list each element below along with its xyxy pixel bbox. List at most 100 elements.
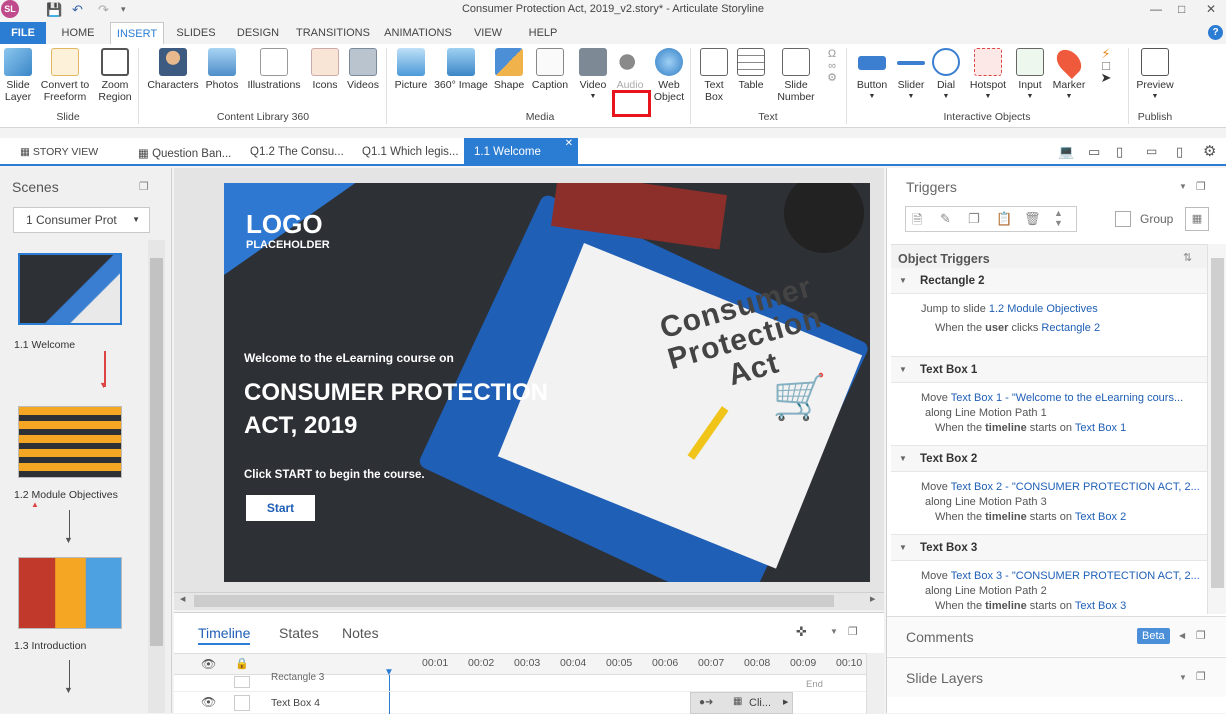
delete-trigger-icon[interactable]: 🗑	[1024, 211, 1041, 227]
slide-layers-header[interactable]: Slide Layers ▼ ❐	[887, 657, 1226, 697]
timeline-scrollbar[interactable]	[866, 653, 884, 714]
collapse-all-icon[interactable]: ⇅	[1183, 251, 1192, 264]
hotspot-button[interactable]: Hotspot ▼	[964, 48, 1012, 103]
audio-dropdown-highlight[interactable]	[612, 90, 651, 117]
timeline-clip-bar[interactable]: ●➜ ▦ Cli... ▶	[690, 692, 793, 714]
stage-h-scrollbar[interactable]: ◀ ▶	[174, 592, 884, 609]
tab-timeline[interactable]: Timeline	[198, 625, 251, 645]
new-trigger-icon[interactable]: 🗎	[912, 211, 922, 233]
trigger-group-header[interactable]: ▼ Text Box 3	[891, 535, 1207, 561]
device-desktop-icon[interactable]: 💻	[1058, 144, 1074, 160]
reorder-icon[interactable]: ▲ ▼	[1054, 208, 1063, 228]
scenes-scrollbar[interactable]	[148, 240, 165, 713]
scrollbar-thumb[interactable]	[1211, 258, 1224, 588]
input-button[interactable]: Input ▼	[1012, 48, 1048, 103]
slide-canvas[interactable]: LOGO PLACEHOLDER Consumer Protection Act…	[224, 183, 870, 582]
scrollbar-thumb[interactable]	[150, 258, 163, 646]
tab-design[interactable]: DESIGN	[230, 22, 286, 44]
minimize-icon[interactable]: —	[1150, 2, 1162, 16]
scrollbar-thumb[interactable]	[194, 595, 834, 607]
lock-checkbox[interactable]	[234, 676, 250, 688]
button-button[interactable]: Button ▼	[852, 48, 892, 103]
tab-welcome[interactable]: 1.1 Welcome ✕	[464, 138, 578, 166]
trigger-group-header[interactable]: ▼ Text Box 2	[891, 446, 1207, 472]
eye-icon[interactable]: 👁	[201, 657, 216, 671]
tab-q1-1[interactable]: Q1.1 Which legis...	[362, 146, 459, 158]
arrow-left-icon[interactable]: ◀	[180, 595, 185, 603]
trigger-action[interactable]: Jump to slide 1.2 Module Objectives	[921, 303, 1098, 315]
device-tablet-landscape-icon[interactable]: ▭	[1088, 144, 1100, 160]
dock-icon[interactable]: ❐	[139, 180, 149, 193]
close-tab-icon[interactable]: ✕	[565, 130, 573, 158]
edit-trigger-icon[interactable]: ✎	[940, 211, 951, 227]
slider-button[interactable]: Slider ▼	[894, 48, 928, 103]
chevron-down-icon[interactable]: ▼	[1179, 182, 1187, 191]
help-icon[interactable]: ?	[1208, 25, 1223, 40]
icons-button[interactable]: Icons	[308, 48, 342, 91]
slide-number-button[interactable]: Slide Number	[772, 48, 820, 103]
videos-button[interactable]: Videos	[344, 48, 382, 91]
tab-question-bank[interactable]: ▦ Question Ban...	[138, 146, 231, 160]
photos-button[interactable]: Photos	[203, 48, 241, 91]
chevron-down-icon[interactable]: ▼	[830, 627, 838, 636]
marker-button[interactable]: Marker ▼	[1050, 45, 1088, 103]
copy-trigger-icon[interactable]: ❐	[968, 211, 980, 227]
tab-insert[interactable]: INSERT	[110, 22, 164, 44]
tab-help[interactable]: HELP	[520, 22, 566, 44]
symbol-icon[interactable]: Ω ∞ ⚙	[822, 48, 842, 84]
arrow-right-icon[interactable]: ▶	[870, 595, 875, 603]
web-object-button[interactable]: Web Object	[650, 48, 688, 103]
story-view-tab[interactable]: ▦ STORY VIEW	[20, 146, 98, 158]
zoom-region-button[interactable]: Zoom Region	[96, 48, 134, 103]
dock-icon[interactable]: ❐	[1196, 180, 1206, 193]
trigger-icon[interactable]: ⚡ □ ➤	[1094, 47, 1118, 84]
device-phone-portrait-icon[interactable]: ▯	[1176, 144, 1183, 160]
trigger-group-header[interactable]: ▼ Rectangle 2	[891, 268, 1207, 294]
convert-freeform-button[interactable]: Convert to Freeform	[38, 48, 92, 103]
table-button[interactable]: Table	[734, 48, 768, 91]
group-checkbox[interactable]	[1115, 211, 1131, 227]
text-box-button[interactable]: Text Box	[696, 48, 732, 103]
pin-icon[interactable]: ✜	[796, 624, 807, 640]
tab-q1-2[interactable]: Q1.2 The Consu...	[250, 146, 344, 158]
gear-icon[interactable]: ⚙	[1203, 142, 1216, 160]
tab-notes[interactable]: Notes	[342, 625, 379, 641]
trigger-action[interactable]: Move Text Box 1 - "Welcome to the eLearn…	[921, 392, 1183, 404]
tab-slides[interactable]: SLIDES	[170, 22, 222, 44]
slide-thumb-welcome[interactable]	[18, 253, 122, 325]
tab-file[interactable]: FILE	[0, 22, 46, 44]
tab-animations[interactable]: ANIMATIONS	[380, 22, 456, 44]
eye-icon[interactable]: 👁	[201, 695, 216, 709]
chevron-left-icon[interactable]: ◀	[1179, 631, 1185, 640]
tab-transitions[interactable]: TRANSITIONS	[294, 22, 372, 44]
lock-checkbox[interactable]	[234, 695, 250, 711]
chevron-down-icon[interactable]: ▼	[1179, 673, 1187, 682]
device-tablet-portrait-icon[interactable]: ▯	[1116, 144, 1123, 160]
lock-icon[interactable]: 🔒	[235, 657, 249, 670]
illustrations-button[interactable]: Illustrations	[243, 48, 305, 91]
maximize-icon[interactable]: □	[1178, 2, 1185, 16]
trigger-action[interactable]: Move Text Box 2 - "CONSUMER PROTECTION A…	[921, 481, 1200, 493]
scene-dropdown[interactable]: 1 Consumer Prot ▼	[13, 207, 150, 233]
tab-states[interactable]: States	[279, 625, 319, 641]
start-button[interactable]: Start	[246, 495, 315, 521]
dock-icon[interactable]: ❐	[1196, 629, 1206, 642]
shape-button[interactable]: Shape	[492, 48, 526, 91]
picture-button[interactable]: Picture	[392, 48, 430, 91]
slide-thumb-introduction[interactable]	[18, 557, 122, 629]
close-icon[interactable]: ✕	[1206, 2, 1216, 16]
variables-icon[interactable]: ▦	[1185, 207, 1209, 231]
caption-button[interactable]: Caption	[528, 48, 572, 91]
preview-button[interactable]: Preview ▼	[1134, 48, 1176, 103]
audio-button[interactable]: Audio	[612, 48, 648, 91]
video-button[interactable]: Video ▼	[576, 48, 610, 103]
paste-trigger-icon[interactable]: 📋	[996, 211, 1012, 227]
dock-icon[interactable]: ❐	[848, 625, 858, 638]
trigger-group-header[interactable]: ▼ Text Box 1	[891, 357, 1207, 383]
triggers-scrollbar[interactable]	[1207, 244, 1226, 614]
device-phone-landscape-icon[interactable]: ▭	[1146, 144, 1157, 158]
dial-button[interactable]: Dial ▼	[930, 48, 962, 103]
trigger-action[interactable]: Move Text Box 3 - "CONSUMER PROTECTION A…	[921, 570, 1200, 582]
tab-view[interactable]: VIEW	[466, 22, 510, 44]
slide-thumb-objectives[interactable]	[18, 406, 122, 478]
